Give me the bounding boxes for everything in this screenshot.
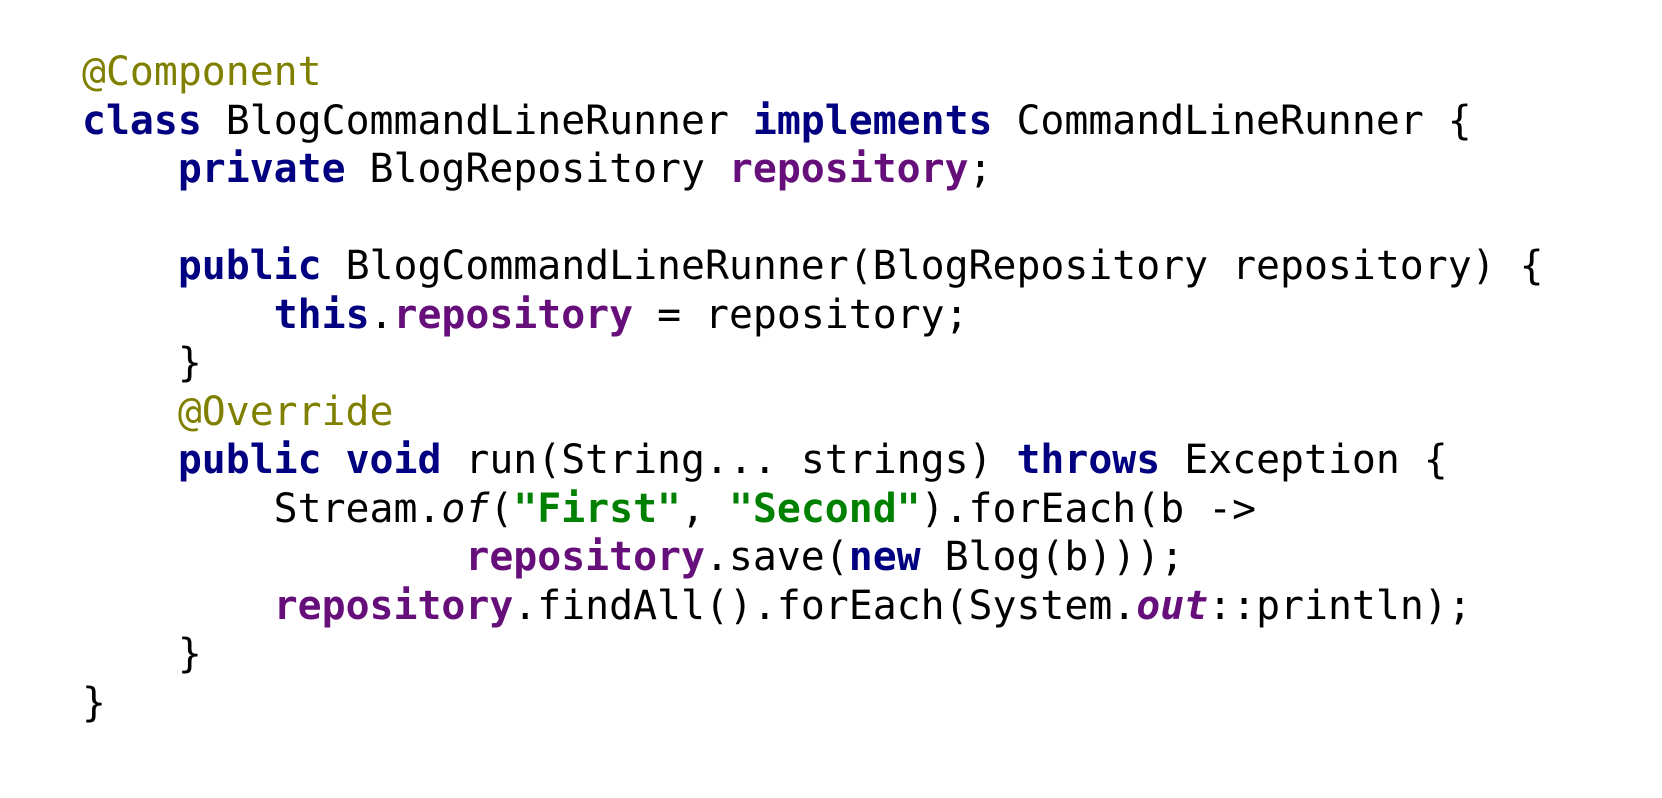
code-token-plain: } bbox=[82, 340, 202, 386]
code-token-plain: run(String... strings) bbox=[441, 437, 1017, 483]
code-token-plain: . bbox=[369, 291, 394, 338]
code-token-plain: } bbox=[82, 679, 106, 726]
code-line: Stream.of("First", "Second").forEach(b -… bbox=[82, 485, 1544, 534]
code-token-plain: = repository; bbox=[633, 291, 969, 338]
code-line: public void run(String... strings) throw… bbox=[82, 436, 1544, 485]
code-token-annotation: @Override bbox=[177, 388, 394, 435]
code-line: public BlogCommandLineRunner(BlogReposit… bbox=[82, 242, 1544, 291]
code-block[interactable]: @Component class BlogCommandLineRunner im… bbox=[82, 48, 1544, 727]
code-editor[interactable]: @Component class BlogCommandLineRunner im… bbox=[0, 0, 1662, 798]
code-line: } bbox=[82, 679, 1544, 728]
code-line: } bbox=[82, 339, 1544, 388]
code-line: @Component bbox=[82, 48, 1544, 97]
code-token-string: "First" bbox=[513, 485, 682, 532]
code-token-plain: } bbox=[82, 631, 202, 677]
code-token-plain: , bbox=[681, 485, 729, 532]
code-token-keyword: public bbox=[177, 243, 322, 289]
code-token-plain: Exception { bbox=[1160, 437, 1448, 483]
code-line: this.repository = repository; bbox=[82, 291, 1544, 340]
code-line: ​ bbox=[82, 194, 1544, 243]
code-token-plain: BlogRepository bbox=[345, 146, 729, 192]
code-token-plain: .findAll().forEach(System. bbox=[513, 582, 1137, 629]
code-line: private BlogRepository repository; bbox=[82, 145, 1544, 194]
code-line: @Override bbox=[82, 388, 1544, 437]
code-token-keyword: throws bbox=[1016, 437, 1161, 483]
code-token-static-method: of bbox=[441, 485, 490, 532]
code-token-plain: ; bbox=[968, 146, 993, 192]
code-line: repository.save(new Blog(b))); bbox=[82, 533, 1544, 582]
code-token-plain: ::println); bbox=[1208, 582, 1472, 629]
code-line: } bbox=[82, 630, 1544, 679]
code-token-field: repository bbox=[728, 146, 969, 192]
code-line: class BlogCommandLineRunner implements C… bbox=[82, 97, 1544, 146]
code-token-keyword: new bbox=[848, 534, 921, 580]
code-token-plain: .save( bbox=[704, 534, 849, 580]
code-token-string: "Second" bbox=[728, 485, 921, 532]
code-token-static-field: out bbox=[1136, 582, 1209, 629]
code-token-plain: CommandLineRunner { bbox=[992, 97, 1472, 144]
code-token-field: repository bbox=[273, 582, 514, 629]
code-token-plain: BlogCommandLineRunner(BlogRepository rep… bbox=[321, 243, 1544, 289]
code-token-annotation: @Component bbox=[82, 49, 322, 95]
code-token-keyword: this bbox=[273, 291, 370, 338]
code-token-keyword: public bbox=[177, 437, 322, 483]
code-line: repository.findAll().forEach(System.out:… bbox=[82, 582, 1544, 631]
code-token-plain: ( bbox=[489, 485, 514, 532]
code-token-plain: Blog(b))); bbox=[920, 534, 1185, 580]
code-token-keyword: class bbox=[82, 97, 202, 144]
code-token-plain: ).forEach(b -> bbox=[920, 485, 1257, 532]
code-token-plain: BlogCommandLineRunner bbox=[201, 97, 753, 144]
code-token-keyword: implements bbox=[752, 97, 993, 144]
code-token-plain: Stream. bbox=[82, 485, 442, 532]
code-token-keyword: private bbox=[177, 146, 346, 192]
code-token-field: repository bbox=[465, 534, 705, 580]
code-token-field: repository bbox=[393, 291, 634, 338]
code-token-keyword: void bbox=[345, 437, 442, 483]
